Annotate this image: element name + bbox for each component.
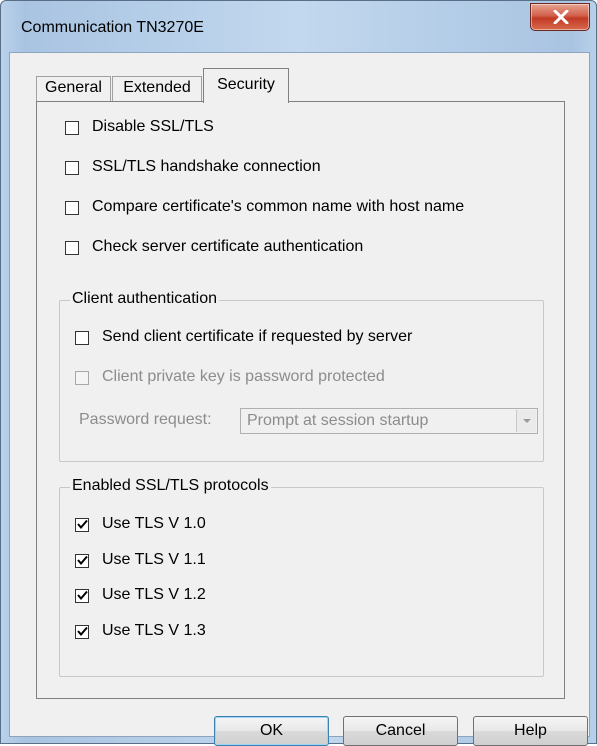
- title-bar[interactable]: Communication TN3270E: [1, 1, 597, 51]
- help-button[interactable]: Help: [473, 716, 588, 746]
- client-authentication-title: Client authentication: [70, 290, 219, 308]
- send-client-cert-checkbox[interactable]: [75, 331, 89, 345]
- compare-cert-name-checkbox[interactable]: [65, 201, 79, 215]
- ok-button[interactable]: OK: [214, 716, 329, 746]
- tab-extended-label: Extended: [123, 79, 191, 96]
- password-request-select: Prompt at session startup: [240, 408, 538, 434]
- disable-ssl-tls-checkbox[interactable]: [65, 121, 79, 135]
- window-title: Communication TN3270E: [21, 19, 204, 36]
- send-client-cert-label: Send client certificate if requested by …: [102, 328, 413, 345]
- cancel-button[interactable]: Cancel: [343, 716, 458, 746]
- ssl-tls-protocols-group: Enabled SSL/TLS protocols Use TLS V 1.0 …: [59, 477, 544, 677]
- tls-1-3-checkbox[interactable]: [75, 625, 89, 639]
- close-button[interactable]: [530, 3, 590, 31]
- check-mark-icon: [77, 626, 88, 637]
- tab-security[interactable]: Security: [203, 68, 289, 105]
- private-key-protected-label: Client private key is password protected: [102, 368, 385, 385]
- tls-1-0-label: Use TLS V 1.0: [102, 515, 206, 532]
- tab-extended[interactable]: Extended: [112, 76, 202, 101]
- dialog-window: Communication TN3270E General Extended S…: [0, 0, 597, 746]
- ssl-handshake-label: SSL/TLS handshake connection: [92, 158, 321, 175]
- ssl-tls-protocols-title: Enabled SSL/TLS protocols: [70, 477, 271, 495]
- tls-1-1-label: Use TLS V 1.1: [102, 551, 206, 568]
- dialog-client-area: General Extended Security Disable SSL/TL…: [9, 52, 590, 746]
- check-server-cert-label: Check server certificate authentication: [92, 238, 364, 255]
- tls-1-3-label: Use TLS V 1.3: [102, 622, 206, 639]
- check-mark-icon: [77, 519, 88, 530]
- tab-general[interactable]: General: [36, 76, 111, 101]
- password-request-label: Password request:: [79, 411, 212, 428]
- check-server-cert-checkbox[interactable]: [65, 241, 79, 255]
- close-x-icon: [553, 10, 569, 24]
- compare-cert-name-label: Compare certificate's common name with h…: [92, 198, 465, 215]
- tls-1-2-checkbox[interactable]: [75, 589, 89, 603]
- ssl-handshake-checkbox[interactable]: [65, 161, 79, 175]
- tls-1-0-checkbox[interactable]: [75, 518, 89, 532]
- client-authentication-group: Client authentication Send client certif…: [59, 290, 544, 462]
- chevron-down-icon: [523, 419, 531, 423]
- check-mark-icon: [77, 590, 88, 601]
- dropdown-arrow: [516, 410, 536, 432]
- tab-general-label: General: [45, 79, 102, 96]
- tab-security-label: Security: [217, 76, 275, 93]
- check-mark-icon: [77, 555, 88, 566]
- tls-1-1-checkbox[interactable]: [75, 554, 89, 568]
- password-request-value: Prompt at session startup: [247, 412, 429, 429]
- security-tab-panel: Disable SSL/TLS SSL/TLS handshake connec…: [36, 101, 565, 699]
- tls-1-2-label: Use TLS V 1.2: [102, 586, 206, 603]
- private-key-protected-checkbox: [75, 371, 89, 385]
- disable-ssl-tls-label: Disable SSL/TLS: [92, 118, 214, 135]
